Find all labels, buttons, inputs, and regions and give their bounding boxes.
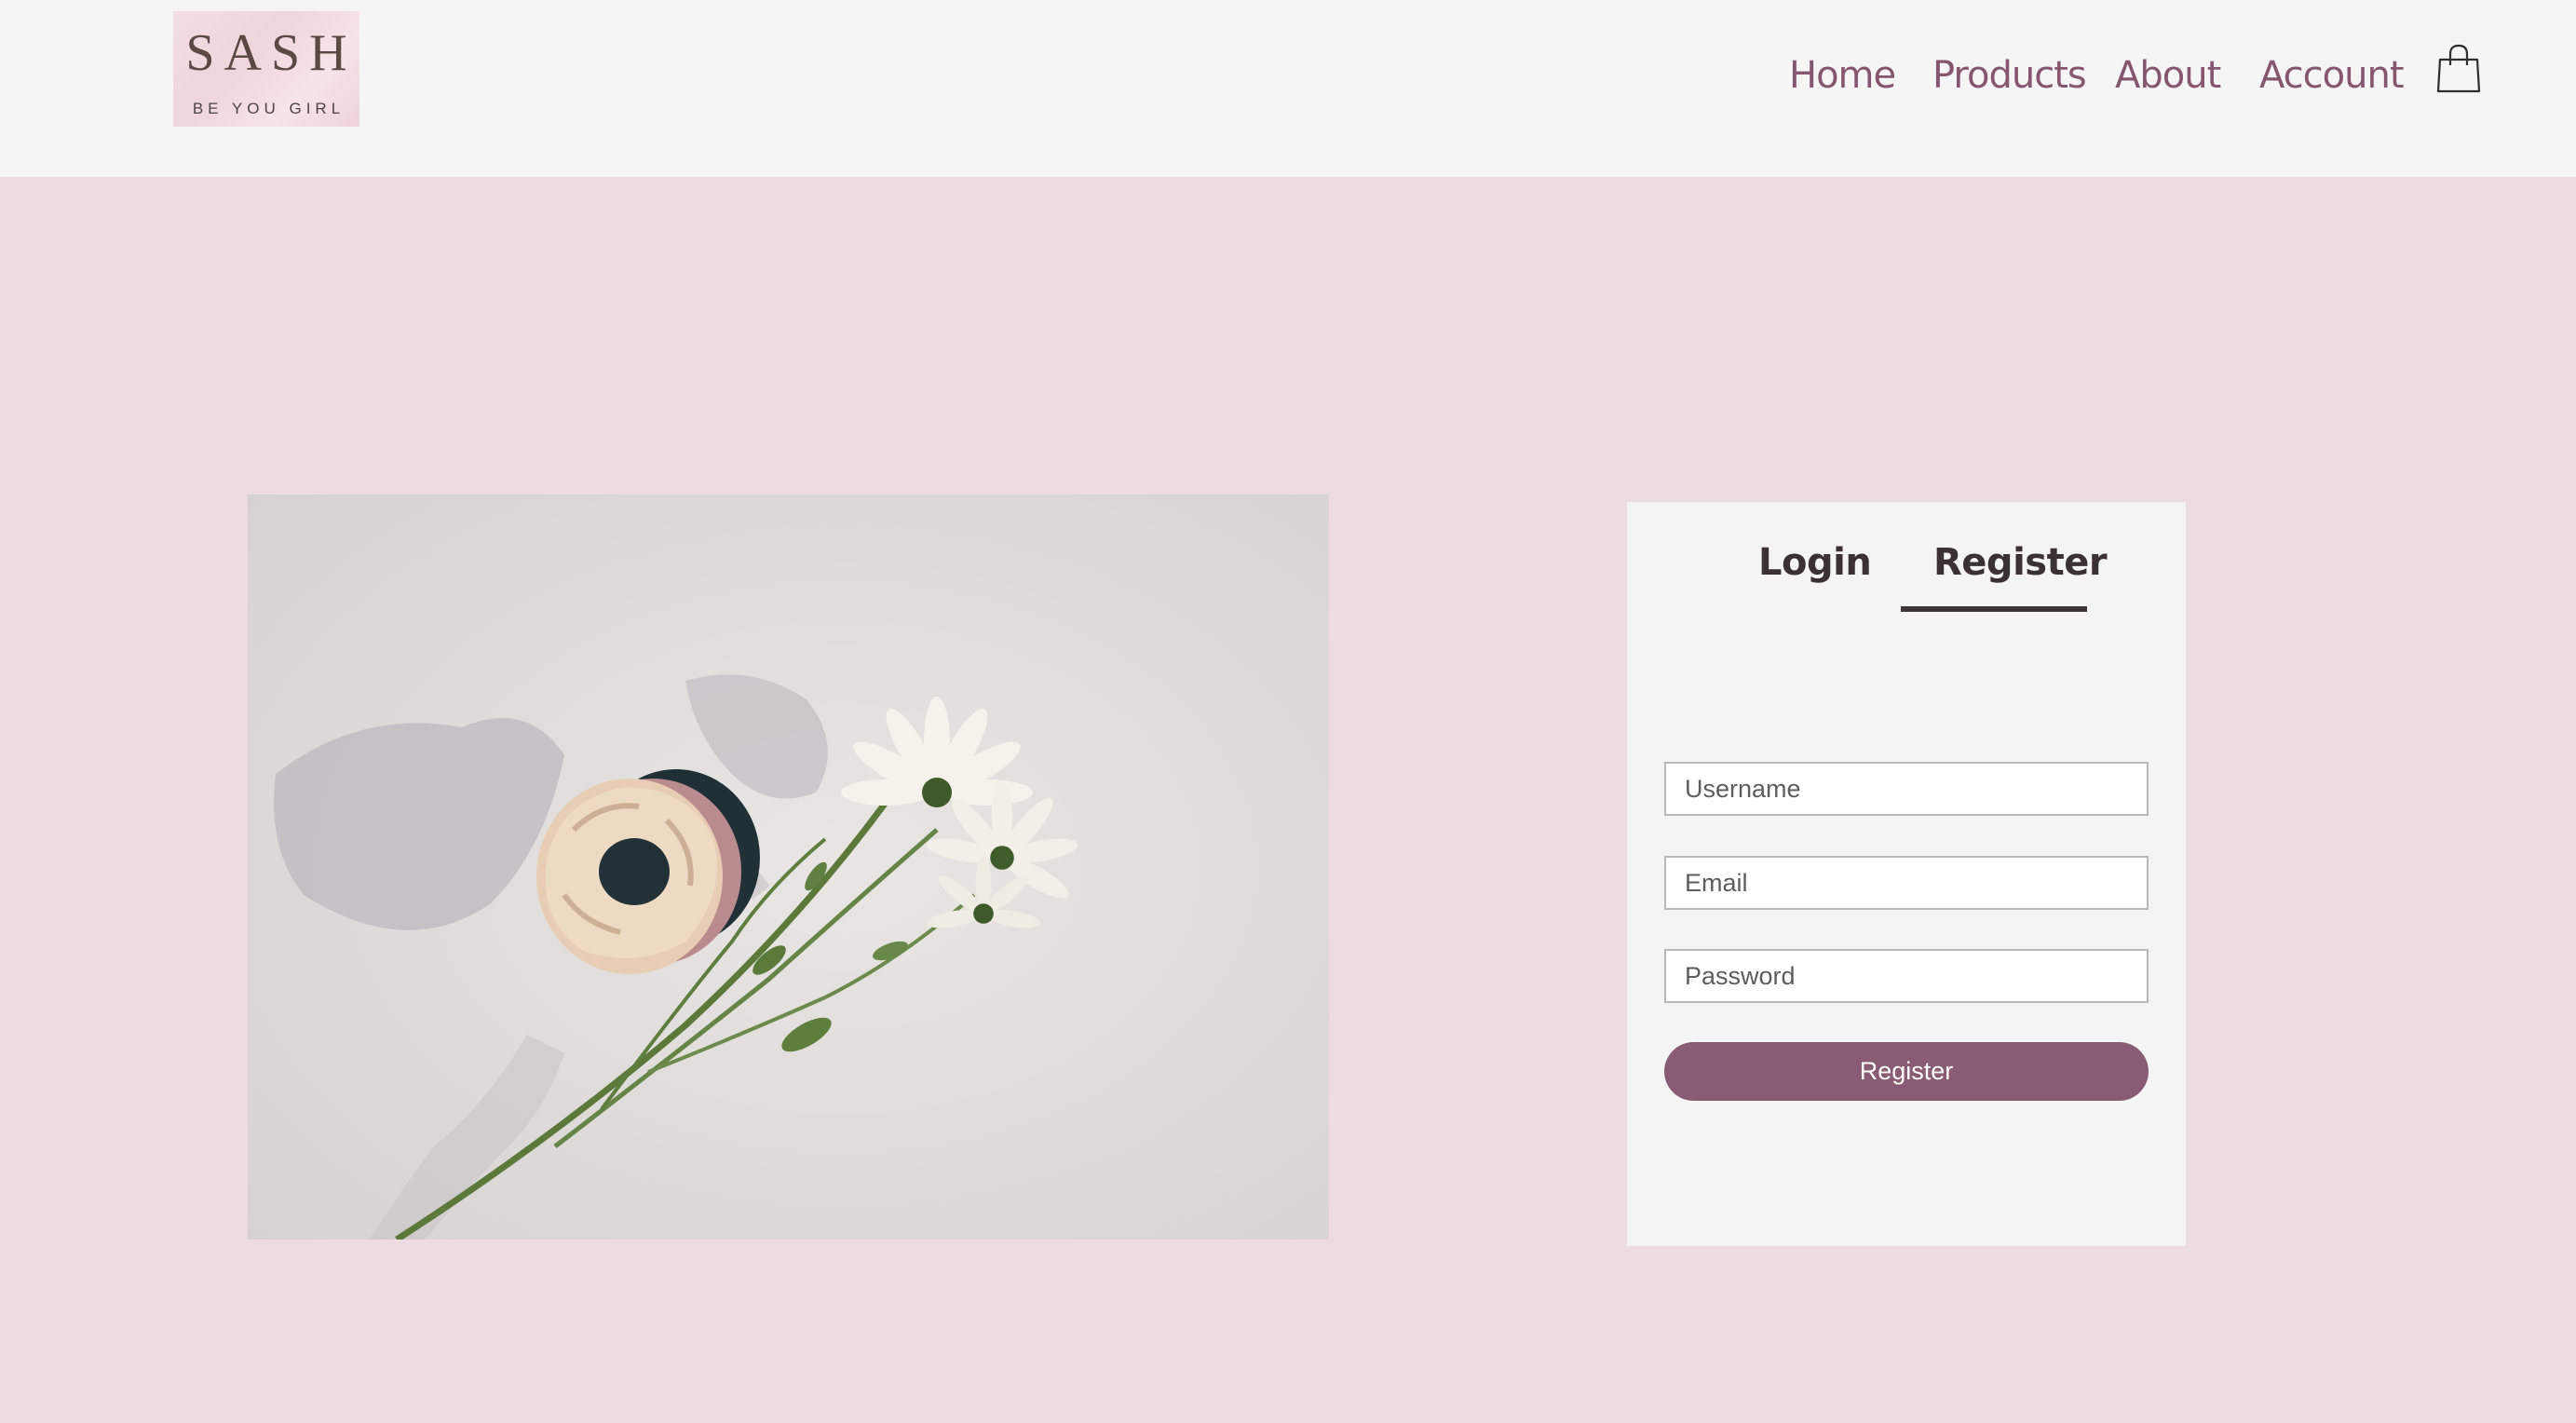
register-button[interactable]: Register	[1664, 1042, 2149, 1101]
nav-home[interactable]: Home	[1789, 54, 1896, 97]
tab-register[interactable]: Register	[1933, 541, 2108, 584]
username-input[interactable]	[1664, 762, 2149, 816]
auth-panel: Login Register Register	[1627, 502, 2186, 1246]
nav-about[interactable]: About	[2115, 54, 2221, 97]
hero-photo	[248, 495, 1329, 1240]
tab-login[interactable]: Login	[1758, 541, 1872, 584]
scrunchie-flowers-image	[248, 495, 1329, 1240]
password-input[interactable]	[1664, 949, 2149, 1003]
email-input[interactable]	[1664, 856, 2149, 910]
active-tab-indicator	[1901, 606, 2087, 612]
logo-title: SASH	[185, 24, 357, 82]
logo-tagline: BE YOU GIRL	[192, 100, 346, 117]
nav-products[interactable]: Products	[1932, 54, 2087, 97]
shopping-bag-icon[interactable]	[2436, 43, 2481, 95]
site-header: SASH BE YOU GIRL Home Products About Acc…	[0, 0, 2576, 177]
brand-logo[interactable]: SASH BE YOU GIRL	[173, 11, 359, 127]
nav-account[interactable]: Account	[2259, 54, 2405, 97]
